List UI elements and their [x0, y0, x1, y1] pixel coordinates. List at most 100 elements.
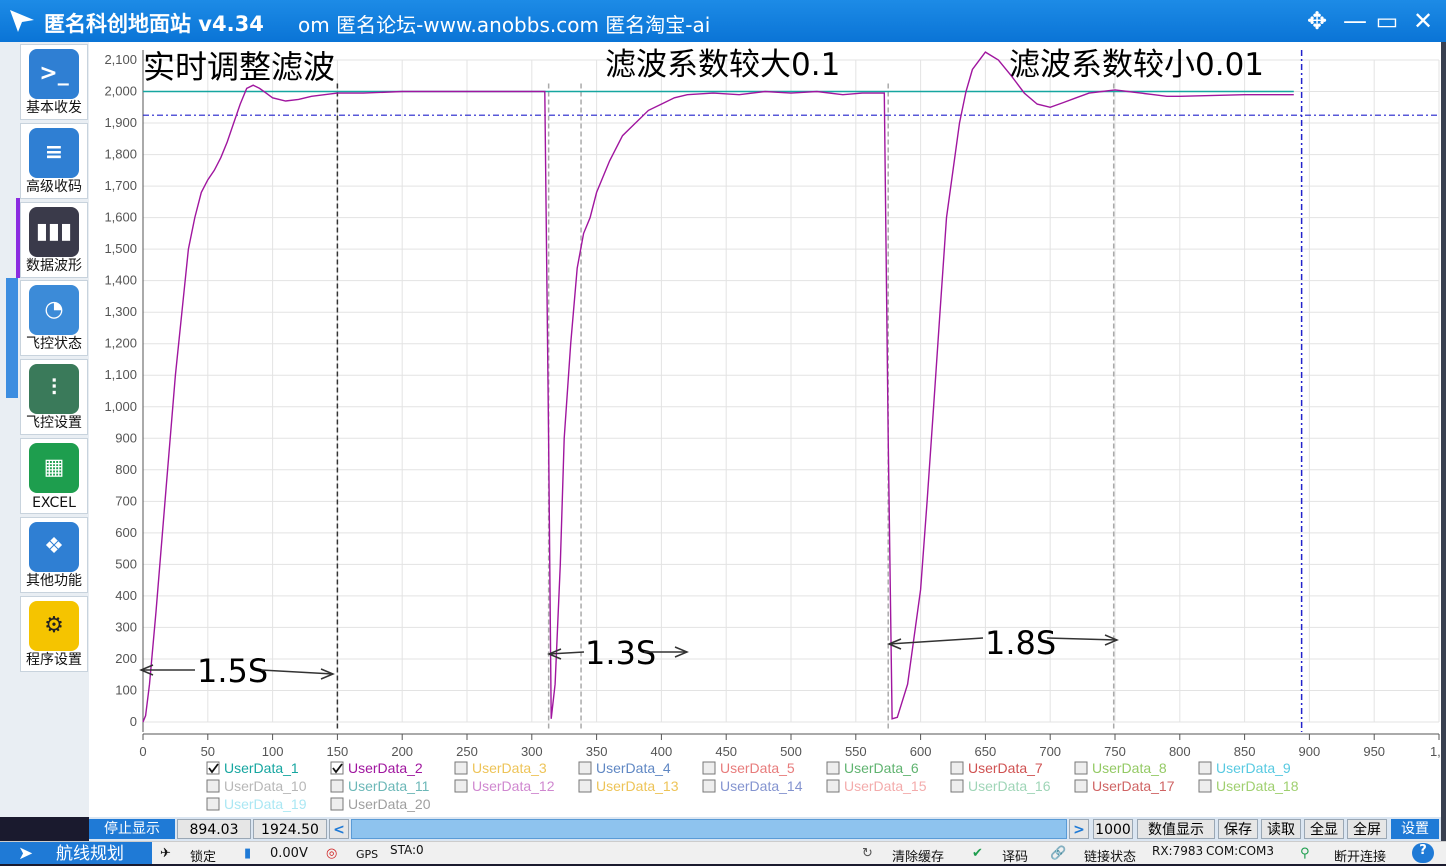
- scroll-right-button[interactable]: >: [1069, 819, 1089, 839]
- legend-checkbox-7[interactable]: [950, 761, 964, 775]
- save-button[interactable]: 保存: [1218, 819, 1258, 839]
- legend-checkbox-9[interactable]: [1198, 761, 1212, 775]
- sidebar-item-1[interactable]: >_ 基本收发: [20, 44, 88, 120]
- arrow-1-right: [260, 669, 334, 675]
- legend-label-17[interactable]: UserData_17: [1092, 778, 1175, 794]
- sidebar-item-8[interactable]: ⚙ 程序设置: [20, 595, 88, 672]
- y-tick-label: 2,000: [104, 84, 137, 99]
- sidebar-item-5[interactable]: ⫶ 飞控设置: [20, 359, 88, 436]
- legend-label-6[interactable]: UserData_6: [844, 760, 919, 776]
- legend-checkbox-17[interactable]: [1074, 779, 1088, 793]
- x-tick-label: 200: [391, 744, 413, 759]
- decode-button[interactable]: 译码: [1002, 846, 1028, 865]
- clear-cache-button[interactable]: 清除缓存: [892, 846, 944, 865]
- legend-label-11[interactable]: UserData_11: [348, 778, 430, 794]
- scroll-left-button[interactable]: <: [329, 819, 349, 839]
- legend-label-16[interactable]: UserData_16: [968, 778, 1051, 794]
- x-tick-label: 400: [651, 744, 673, 759]
- rx-count: RX:7983: [1152, 844, 1204, 858]
- legend-label-15[interactable]: UserData_15: [844, 778, 927, 794]
- legend-checkbox-4[interactable]: [578, 761, 592, 775]
- y-tick-label: 500: [115, 556, 137, 571]
- y-tick-label: 1,900: [104, 115, 137, 130]
- legend-label-18[interactable]: UserData_18: [1216, 778, 1299, 794]
- annotation-realtime: 实时调整滤波: [143, 48, 335, 86]
- minimize-button[interactable]: —: [1340, 6, 1370, 36]
- disconnect-button[interactable]: 断开连接: [1334, 846, 1386, 865]
- sidebar-item-4[interactable]: ◔ 飞控状态: [20, 280, 88, 357]
- legend-label-14[interactable]: UserData_14: [720, 778, 803, 794]
- route-planning-button[interactable]: ➤ 航线规划: [0, 842, 152, 864]
- y-tick-label: 0: [130, 714, 137, 729]
- numeric-display-button[interactable]: 数值显示: [1137, 819, 1215, 839]
- legend-label-19[interactable]: UserData_19: [224, 796, 307, 812]
- legend-checkbox-18[interactable]: [1198, 779, 1212, 793]
- sidebar-item-6[interactable]: ▦ EXCEL: [20, 438, 88, 514]
- legend-checkbox-3[interactable]: [454, 761, 468, 775]
- y-tick-label: 300: [115, 619, 137, 634]
- read-button[interactable]: 读取: [1261, 819, 1301, 839]
- legend-label-1[interactable]: UserData_1: [224, 760, 299, 776]
- sidebar-collapse-handle[interactable]: [6, 278, 18, 398]
- legend-checkbox-11[interactable]: [330, 779, 344, 793]
- y-tick-label: 700: [115, 493, 137, 508]
- legend-label-13[interactable]: UserData_13: [596, 778, 679, 794]
- legend-label-4[interactable]: UserData_4: [596, 760, 671, 776]
- point-count-input[interactable]: 1000: [1093, 819, 1133, 839]
- legend-label-7[interactable]: UserData_7: [968, 760, 1043, 776]
- close-button[interactable]: ✕: [1408, 6, 1438, 36]
- y-tick-label: 1,400: [104, 273, 137, 288]
- sidebar-item-7[interactable]: ❖ 其他功能: [20, 516, 88, 593]
- battery-icon: ▮: [244, 846, 252, 861]
- legend-checkbox-10[interactable]: [206, 779, 220, 793]
- x-tick-label: 100: [262, 744, 284, 759]
- legend-checkbox-14[interactable]: [702, 779, 716, 793]
- stop-display-button[interactable]: 停止显示: [89, 819, 175, 839]
- legend-checkbox-12[interactable]: [454, 779, 468, 793]
- sidebar-item-2[interactable]: ≡ 高级收码: [20, 122, 88, 199]
- move-icon[interactable]: ✥: [1302, 6, 1332, 36]
- arrow-3-left: [888, 637, 984, 645]
- legend-checkbox-16[interactable]: [950, 779, 964, 793]
- window-title: 匿名科创地面站 v4.34: [44, 12, 264, 36]
- y-tick-label: 1,700: [104, 178, 137, 193]
- arrow-3-right-b: [1046, 637, 1118, 641]
- y-tick-label: 1,600: [104, 210, 137, 225]
- legend-label-12[interactable]: UserData_12: [472, 778, 555, 794]
- maximize-button[interactable]: ▭: [1372, 6, 1402, 36]
- gauge-icon: ◔: [29, 285, 79, 336]
- legend-label-5[interactable]: UserData_5: [720, 760, 795, 776]
- legend-checkbox-20[interactable]: [330, 797, 344, 811]
- settings-button[interactable]: 设置: [1391, 819, 1439, 839]
- annotation-large-coef: 滤波系数较大0.1: [605, 47, 840, 83]
- legend-checkbox-13[interactable]: [578, 779, 592, 793]
- waveform-chart[interactable]: 01002003004005006007008009001,0001,1001,…: [89, 42, 1441, 817]
- legend-label-2[interactable]: UserData_2: [348, 760, 423, 776]
- gps-sta-value: STA:0: [390, 843, 424, 857]
- fullscreen-button[interactable]: 全屏: [1347, 819, 1387, 839]
- legend-checkbox-8[interactable]: [1074, 761, 1088, 775]
- cursor-x-value: 894.03: [177, 819, 251, 839]
- y-tick-label: 400: [115, 588, 137, 603]
- legend-label-9[interactable]: UserData_9: [1216, 760, 1291, 776]
- scroll-bar[interactable]: [351, 819, 1067, 839]
- annotation-small-coef: 滤波系数较小0.01: [1009, 47, 1264, 83]
- gps-icon: ◎: [326, 846, 338, 861]
- fit-all-button[interactable]: 全显: [1304, 819, 1344, 839]
- legend-checkbox-15[interactable]: [826, 779, 840, 793]
- sidebar-item-3[interactable]: ▮▮▮ 数据波形: [20, 201, 88, 278]
- legend-checkbox-5[interactable]: [702, 761, 716, 775]
- legend-label-10[interactable]: UserData_10: [224, 778, 307, 794]
- y-tick-label: 900: [115, 430, 137, 445]
- legend-label-20[interactable]: UserData_20: [348, 796, 431, 812]
- legend-checkbox-19[interactable]: [206, 797, 220, 811]
- x-tick-label: 300: [521, 744, 543, 759]
- legend-checkbox-6[interactable]: [826, 761, 840, 775]
- clear-cache-icon[interactable]: ↻: [862, 846, 873, 861]
- x-tick-label: 650: [975, 744, 997, 759]
- legend-label-8[interactable]: UserData_8: [1092, 760, 1167, 776]
- sidebar-item-label: 飞控设置: [26, 415, 82, 432]
- waveform-plot[interactable]: 0 100 200 300 400 500 600 700 800 900 1,000 1,100 1,…: [89, 42, 1441, 817]
- help-button[interactable]: ?: [1412, 843, 1434, 863]
- legend-label-3[interactable]: UserData_3: [472, 760, 547, 776]
